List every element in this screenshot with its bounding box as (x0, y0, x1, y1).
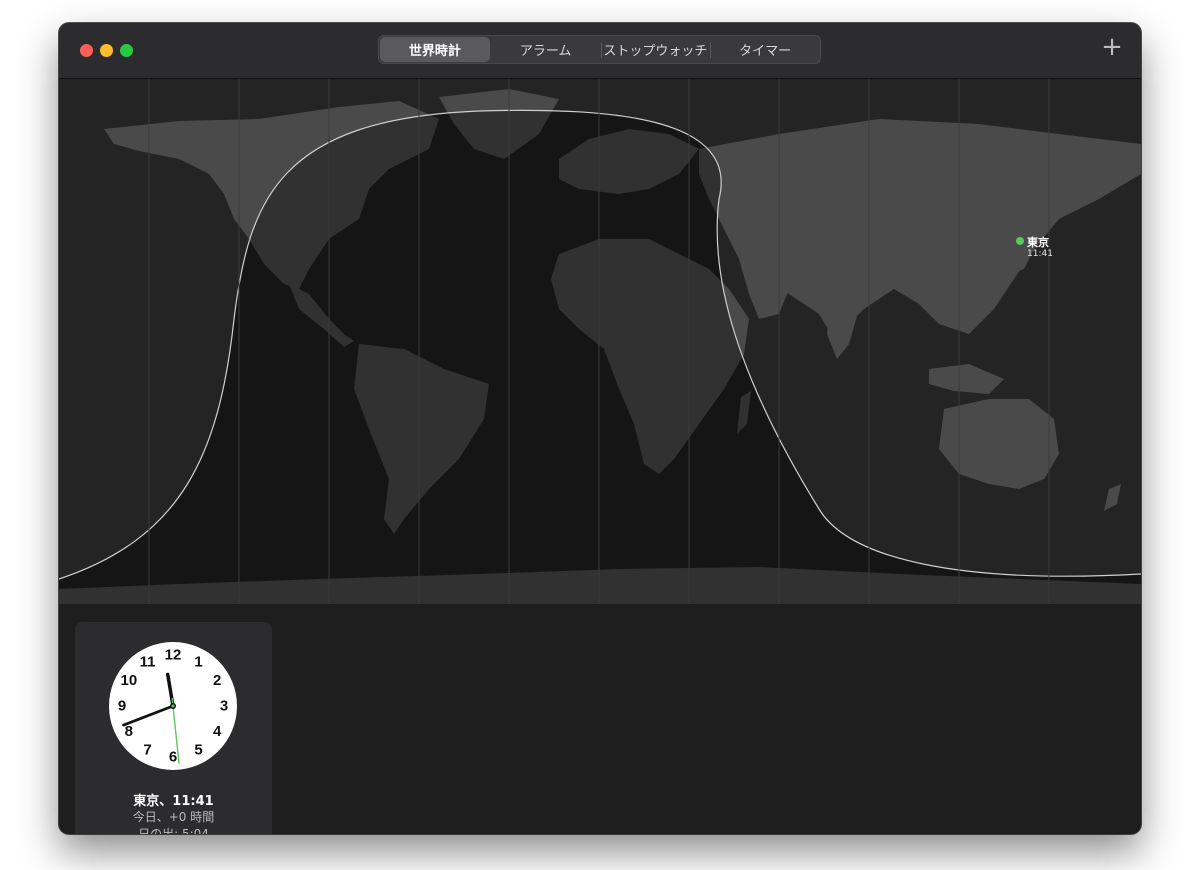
clock-numeral: 2 (213, 672, 221, 689)
tab-world-clock[interactable]: 世界時計 (380, 37, 490, 62)
map-city-label: 東京 (1027, 236, 1049, 249)
clock-numeral: 12 (165, 647, 182, 664)
card-sunrise: 日の出: 5:04 (138, 827, 209, 834)
tab-stopwatch[interactable]: ストップウォッチ (600, 36, 711, 63)
clock-numeral: 11 (140, 653, 156, 670)
clock-numeral: 5 (194, 742, 202, 759)
card-offset: 今日、+0 時間 (132, 810, 215, 824)
analog-clock: 1234567891011 12 (109, 642, 237, 770)
map-city-time: 11:41 (1027, 249, 1053, 259)
title-bar: 世界時計 アラーム ストップウォッチ タイマー + (59, 23, 1141, 79)
clock-list: 1 2 3 4 5 6 7 8 9 10 11 12 東京、11:41 今日、+0 時間 日の出: 5… (59, 604, 1141, 834)
world-map: 東京 11:41 (59, 79, 1141, 604)
tokyo-marker[interactable] (1016, 237, 1024, 245)
clock-numeral: 4 (213, 723, 222, 740)
card-city-time: 東京、11:41 (133, 794, 214, 809)
minimize-button[interactable] (100, 44, 113, 57)
clock-numeral: 7 (143, 742, 151, 759)
clock-numeral: 3 (220, 698, 228, 715)
tab-timer[interactable]: タイマー (710, 36, 820, 63)
close-button[interactable] (80, 44, 93, 57)
add-city-button[interactable]: + (1101, 34, 1123, 60)
clock-window: 世界時計 アラーム ストップウォッチ タイマー + 東京 11:41 1 2 3… (59, 23, 1141, 834)
clock-numeral: 6 (169, 749, 177, 766)
city-clock-card[interactable]: 1 2 3 4 5 6 7 8 9 10 11 12 東京、11:41 今日、+0 時間 日の出: 5… (75, 622, 272, 834)
clock-numeral: 10 (120, 672, 137, 689)
clock-numeral: 1 (194, 653, 202, 670)
clock-numeral: 9 (118, 698, 126, 715)
plus-icon: + (1101, 32, 1123, 62)
tab-alarm[interactable]: アラーム (491, 36, 601, 63)
tab-bar: 世界時計 アラーム ストップウォッチ タイマー (378, 35, 821, 64)
zoom-button[interactable] (120, 44, 133, 57)
world-map-graphic (59, 79, 1141, 604)
